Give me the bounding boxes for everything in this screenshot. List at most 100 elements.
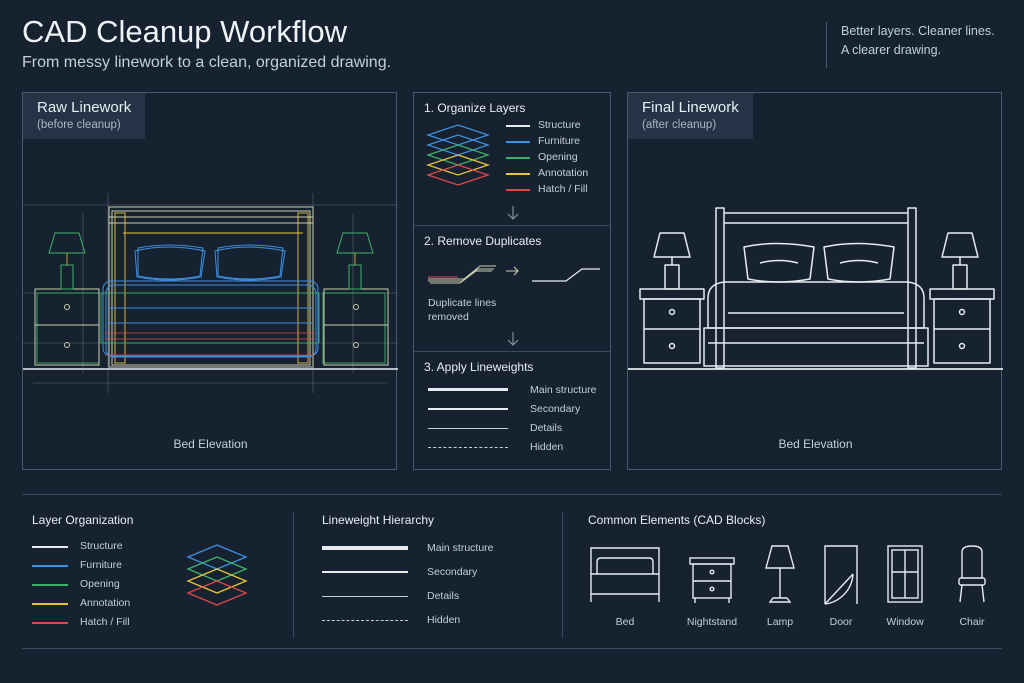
lineweight-swatch [322, 620, 408, 621]
bed-icon [590, 547, 660, 602]
legend-swatch [32, 565, 68, 567]
cad-blocks-title: Common Elements (CAD Blocks) [588, 513, 766, 527]
layer-stack-icon [186, 544, 248, 606]
legend-item: Structure [506, 118, 606, 134]
lamp-icon [765, 545, 795, 603]
final-linework-panel: Final Linework (after cleanup) Bed Eleva… [627, 92, 1003, 470]
legend-item: Annotation [32, 595, 162, 614]
tagline-line-2: A clearer drawing. [841, 43, 942, 57]
step2-note-line-1: Duplicate lines [428, 297, 497, 309]
block-label-nightstand: Nightstand [686, 616, 738, 628]
step-divider [414, 225, 610, 226]
legend-label: Opening [538, 151, 578, 163]
step3-title: 3. Apply Lineweights [424, 360, 534, 374]
lineweight-swatch [322, 596, 408, 597]
legend-swatch [506, 157, 530, 159]
layer-stack-icon [425, 124, 491, 186]
page-subtitle: From messy linework to a clean, organize… [22, 54, 392, 71]
legend-swatch [32, 603, 68, 605]
step1-layer-legend: Structure Furniture Opening Annotation H… [506, 118, 606, 198]
block-label-chair: Chair [959, 616, 985, 628]
lineweight-item: Main structure [322, 538, 542, 562]
legend-label: Hatch / Fill [538, 183, 588, 195]
legend-item: Furniture [506, 134, 606, 150]
lineweight-swatch [322, 546, 408, 550]
lineweight-label: Details [427, 590, 460, 602]
step-divider [414, 351, 610, 352]
page-title: CAD Cleanup Workflow [22, 14, 348, 49]
legend-label: Annotation [80, 597, 131, 609]
block-label-door: Door [829, 616, 853, 628]
lineweight-label: Main structure [427, 542, 494, 554]
section-divider [293, 512, 294, 638]
lineweight-swatch [428, 428, 508, 429]
legend-swatch [32, 546, 68, 548]
lineweight-item: Main structure [428, 382, 608, 401]
arrow-down-icon [507, 206, 519, 220]
raw-linework-panel: Raw Linework (before cleanup) Bed Elevat… [22, 92, 398, 470]
block-label-lamp: Lamp [766, 616, 794, 628]
final-panel-caption: Bed Elevation [778, 437, 853, 451]
step3-lineweight-legend: Main structure Secondary Details Hidden [428, 382, 608, 458]
arrow-down-icon [507, 332, 519, 346]
step2-title: 2. Remove Duplicates [424, 234, 542, 248]
final-bed-drawing [628, 207, 1003, 370]
legend-swatch [32, 584, 68, 586]
legend-item: Furniture [32, 557, 162, 576]
legend-item: Opening [32, 576, 162, 595]
lineweight-label: Main structure [530, 384, 597, 396]
legend-label: Structure [538, 119, 581, 131]
legend-item: Hatch / Fill [32, 614, 162, 633]
legend-item: Opening [506, 150, 606, 166]
chair-icon [958, 545, 986, 603]
window-icon [887, 545, 923, 603]
layer-organization-title: Layer Organization [32, 513, 134, 527]
legend-item: Hatch / Fill [506, 182, 606, 198]
legend-item: Structure [32, 538, 162, 557]
lineweight-label: Hidden [427, 614, 461, 626]
step1-title: 1. Organize Layers [424, 101, 526, 115]
legend-swatch [506, 173, 530, 175]
workflow-steps-panel: 1. Organize Layers Structure Furniture O… [413, 92, 611, 470]
legend-item: Annotation [506, 166, 606, 182]
lineweight-item: Details [322, 586, 542, 610]
lineweight-label: Details [530, 422, 563, 434]
lineweight-item: Secondary [428, 401, 608, 420]
legend-label: Structure [80, 540, 123, 552]
block-label-window: Window [886, 616, 924, 628]
legend-label: Hatch / Fill [80, 616, 130, 628]
duplicate-lines-diagram [428, 265, 600, 284]
section-divider [22, 494, 1002, 495]
legend-label: Opening [80, 578, 120, 590]
lineweight-label: Hidden [530, 441, 564, 453]
legend-label: Furniture [80, 559, 123, 571]
lineweight-item: Hidden [428, 439, 608, 458]
lineweight-item: Details [428, 420, 608, 439]
lineweight-item: Secondary [322, 562, 542, 586]
legend-label: Annotation [538, 167, 589, 179]
block-label-bed: Bed [615, 616, 635, 628]
raw-panel-caption: Bed Elevation [173, 437, 248, 451]
lineweight-swatch [428, 447, 508, 448]
lineweight-label: Secondary [530, 403, 581, 415]
section-divider [22, 648, 1002, 649]
lineweight-label: Secondary [427, 566, 478, 578]
section-divider [562, 512, 563, 638]
lineweight-hierarchy-legend: Main structure Secondary Details Hidden [322, 538, 542, 634]
lineweight-swatch [322, 571, 408, 573]
lineweight-swatch [428, 388, 508, 391]
legend-swatch [506, 125, 530, 127]
door-icon [824, 545, 858, 605]
lineweight-item: Hidden [322, 610, 542, 634]
legend-swatch [506, 141, 530, 143]
lineweight-hierarchy-title: Lineweight Hierarchy [322, 513, 435, 527]
legend-label: Furniture [538, 135, 581, 147]
lineweight-swatch [428, 408, 508, 410]
legend-swatch [506, 189, 530, 191]
tagline: Better layers. Cleaner lines. A clearer … [826, 22, 1016, 68]
raw-bed-drawing [23, 193, 398, 393]
legend-swatch [32, 622, 68, 624]
layer-organization-legend: Structure Furniture Opening Annotation H… [32, 538, 162, 633]
tagline-line-1: Better layers. Cleaner lines. [841, 24, 995, 38]
nightstand-icon [689, 557, 735, 603]
